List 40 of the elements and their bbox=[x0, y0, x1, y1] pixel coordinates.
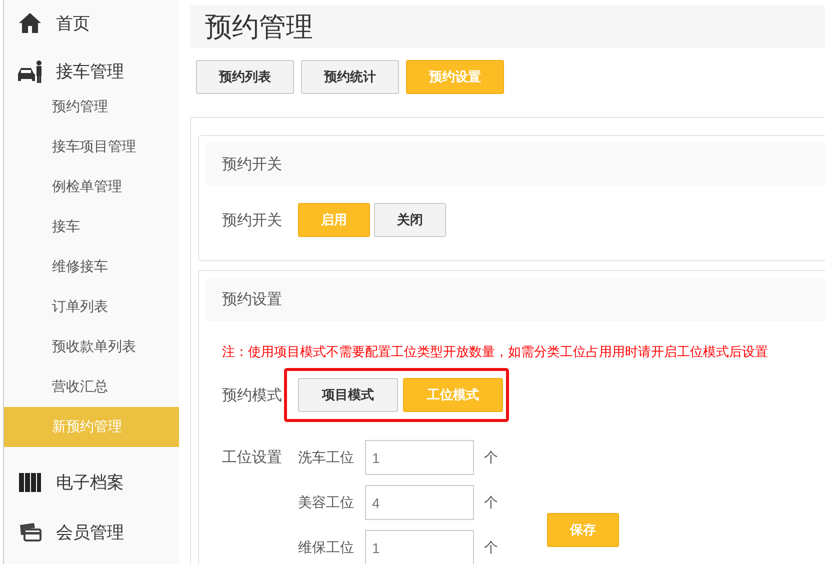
car-person-icon bbox=[16, 60, 44, 84]
unit-label: 个 bbox=[484, 448, 498, 466]
sidebar-section[interactable]: 会员管理 bbox=[4, 507, 179, 557]
warning-note: 注：使用项目模式不需要配置工位类型开放数量，如需分类工位占用用时请开启工位模式后设置 bbox=[221, 343, 769, 361]
section-header: 预约开关 bbox=[206, 143, 825, 186]
page-title: 预约管理 bbox=[190, 5, 825, 48]
sidebar-section-label: 电子档案 bbox=[56, 472, 124, 494]
sidebar-item[interactable]: 预收款单列表 bbox=[4, 327, 179, 367]
station-label: 美容工位 bbox=[298, 494, 355, 512]
count-field[interactable]: 4 bbox=[365, 485, 474, 520]
toggle-option[interactable]: 关闭 bbox=[374, 203, 446, 237]
sidebar-section-label: 接车管理 bbox=[56, 61, 124, 83]
tab[interactable]: 预约统计 bbox=[301, 60, 399, 94]
section-header: 预约设置 bbox=[206, 278, 825, 321]
sidebar-item[interactable]: 例检单管理 bbox=[4, 167, 179, 207]
sidebar-section[interactable]: 电子档案 bbox=[4, 457, 179, 507]
mode-option[interactable]: 项目模式 bbox=[298, 378, 398, 412]
sidebar-item[interactable]: 营收汇总 bbox=[4, 367, 179, 407]
station-label: 洗车工位 bbox=[298, 448, 355, 466]
unit-label: 个 bbox=[484, 494, 498, 512]
sidebar-section-label: 会员管理 bbox=[56, 522, 124, 544]
sidebar-section[interactable]: 首页 bbox=[4, 0, 179, 46]
field-label: 预约模式 bbox=[222, 386, 283, 404]
cards-icon bbox=[18, 521, 42, 543]
sidebar-item[interactable]: 预约管理 bbox=[4, 87, 179, 127]
sidebar-item[interactable]: 接车项目管理 bbox=[4, 127, 179, 167]
field-label: 工位设置 bbox=[222, 448, 283, 468]
books-icon bbox=[18, 471, 42, 493]
sidebar-item[interactable]: 接车 bbox=[4, 207, 179, 247]
count-field[interactable]: 1 bbox=[365, 440, 474, 475]
unit-label: 个 bbox=[484, 538, 498, 556]
home-icon bbox=[18, 12, 42, 34]
count-field[interactable]: 1 bbox=[365, 530, 474, 564]
tab[interactable]: 预约列表 bbox=[196, 60, 294, 94]
field-label: 预约开关 bbox=[222, 210, 283, 230]
sidebar-item[interactable]: 订单列表 bbox=[4, 287, 179, 327]
sidebar-item[interactable]: 维修接车 bbox=[4, 247, 179, 287]
station-label: 维保工位 bbox=[298, 538, 355, 556]
sidebar-section[interactable]: 接车管理 bbox=[4, 46, 179, 87]
sidebar-section-label: 首页 bbox=[56, 12, 90, 34]
